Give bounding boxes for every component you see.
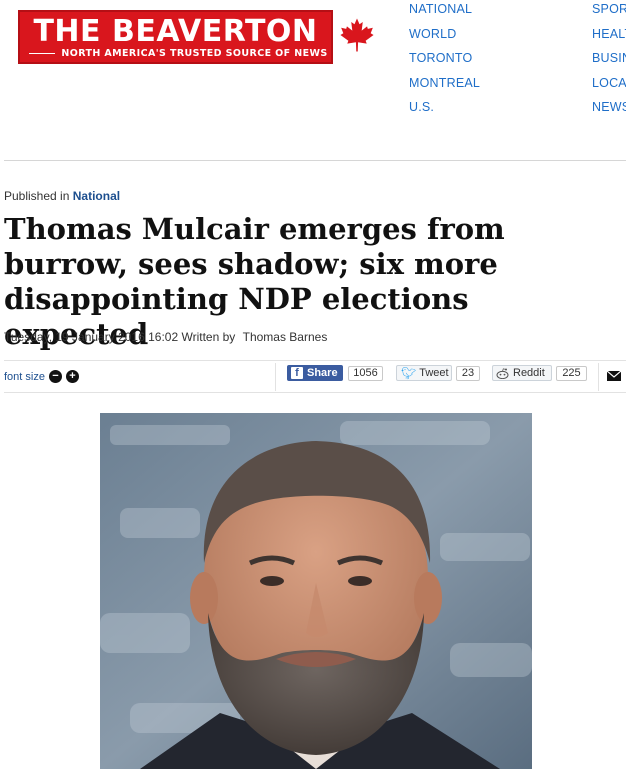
nav-item-news[interactable]: NEWS — [592, 100, 626, 125]
maple-leaf-icon — [340, 18, 374, 52]
reddit-count: 225 — [556, 366, 587, 381]
byline: Tuesday, 19 January 2016 16:02 Written b… — [4, 330, 327, 344]
nav-item-sports[interactable]: SPORTS — [592, 2, 626, 27]
nav-menu-secondary: SPORTS HEALTH BUSINESS LOCAL NEWS — [592, 2, 626, 125]
tweet-button[interactable]: 🐦︎ Tweet — [396, 365, 452, 381]
toolbar-separator — [598, 363, 599, 391]
font-size-label: font size — [4, 370, 45, 383]
tweet-count: 23 — [456, 366, 480, 381]
font-size-increase-button[interactable]: + — [65, 370, 79, 383]
toolbar-divider-top — [4, 360, 626, 361]
facebook-share-button[interactable]: f Share — [287, 365, 343, 381]
envelope-icon[interactable] — [607, 371, 621, 381]
site-logo[interactable]: THE BEAVERTON NORTH AMERICA'S TRUSTED SO… — [18, 10, 333, 65]
category-link[interactable]: National — [73, 189, 120, 203]
tweet-label: Tweet — [419, 367, 449, 379]
facebook-icon: f — [291, 367, 303, 379]
nav-item-health[interactable]: HEALTH — [592, 27, 626, 52]
toolbar-divider-bottom — [4, 392, 626, 393]
written-by-label: Written by — [181, 330, 236, 344]
nav-item-business[interactable]: BUSINESS — [592, 51, 626, 76]
published-prefix: Published in — [4, 189, 70, 203]
nav-menu-primary: NATIONAL WORLD TORONTO MONTREAL U.S. — [409, 2, 480, 125]
published-in: Published in National — [4, 189, 120, 203]
toolbar-separator — [275, 363, 276, 391]
nav-item-local[interactable]: LOCAL — [592, 76, 626, 101]
article-photo — [100, 413, 532, 769]
header-divider — [4, 160, 626, 161]
nav-item-national[interactable]: NATIONAL — [409, 2, 480, 27]
twitter-bird-icon: 🐦︎ — [401, 366, 417, 380]
font-size-control: font size − + — [4, 370, 79, 383]
nav-item-us[interactable]: U.S. — [409, 100, 480, 125]
logo-title: THE BEAVERTON — [33, 14, 318, 49]
publish-date: Tuesday, 19 January 2016 16:02 — [4, 330, 179, 344]
nav-item-toronto[interactable]: TORONTO — [409, 51, 480, 76]
font-size-decrease-button[interactable]: − — [48, 370, 62, 383]
nav-item-montreal[interactable]: MONTREAL — [409, 76, 480, 101]
facebook-share-label: Share — [307, 367, 338, 379]
reddit-alien-icon — [496, 367, 509, 379]
nav-item-world[interactable]: WORLD — [409, 27, 480, 52]
reddit-label: Reddit — [513, 367, 545, 379]
facebook-share-count: 1056 — [348, 366, 383, 381]
logo-tagline: NORTH AMERICA'S TRUSTED SOURCE OF NEWS — [20, 48, 331, 70]
author-name: Thomas Barnes — [242, 330, 328, 344]
reddit-share-button[interactable]: Reddit — [492, 365, 552, 381]
